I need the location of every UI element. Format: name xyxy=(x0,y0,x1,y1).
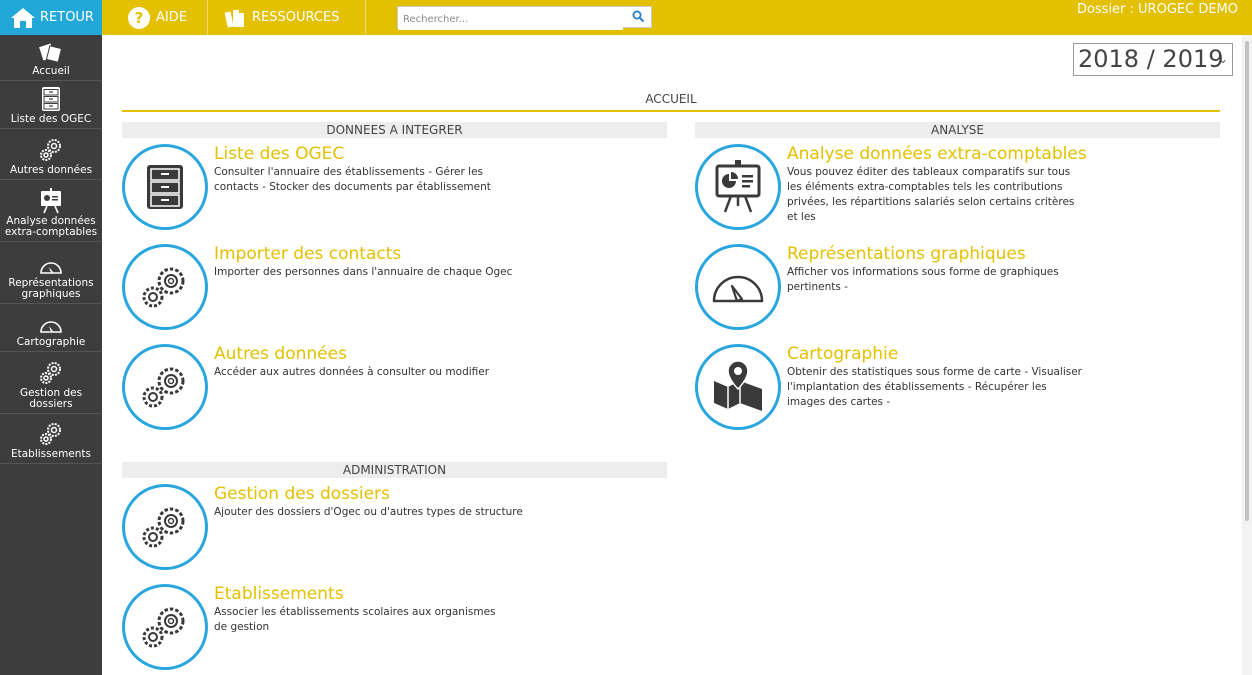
gauge-icon xyxy=(40,321,62,333)
year-select[interactable]: 2018 / 2019 ⌄ xyxy=(1073,43,1233,76)
books-icon xyxy=(224,9,244,27)
sidebar-item-cartographie[interactable]: Cartographie xyxy=(0,304,102,352)
sidebar-item-autres-donnees[interactable]: Autres données xyxy=(0,129,102,180)
card-icon-ring xyxy=(122,244,208,330)
sidebar-item-etablissements[interactable]: Etablissements xyxy=(0,414,102,464)
home-icon xyxy=(11,7,35,28)
card-liste-ogec[interactable]: Liste des OGEC Consulter l'annuaire des … xyxy=(122,144,602,234)
card-description: Ajouter des dossiers d'Ogec ou d'autres … xyxy=(214,506,523,518)
gauge-icon xyxy=(40,262,62,274)
gauge-icon xyxy=(712,275,764,303)
sidebar-item-gestion-dossiers[interactable]: Gestion des dossiers xyxy=(0,352,102,414)
chevron-down-icon: ⌄ xyxy=(1217,52,1228,66)
sidebar: Accueil Liste des OGEC Autres données An… xyxy=(0,35,102,675)
section-header-analyse: ANALYSE xyxy=(695,122,1220,138)
card-representations-graphiques[interactable]: Représentations graphiques Afficher vos … xyxy=(695,244,1175,334)
gears-icon xyxy=(40,423,61,445)
card-icon-ring xyxy=(122,584,208,670)
card-cartographie[interactable]: Cartographie Obtenir des statistiques so… xyxy=(695,344,1175,434)
section-header-donnees: DONNEES A INTEGRER xyxy=(122,122,667,138)
sidebar-item-label: Autres données xyxy=(9,164,93,176)
card-icon-ring xyxy=(122,144,208,230)
sidebar-item-label: Cartographie xyxy=(16,336,86,348)
sidebar-item-label: Gestion des dossiers xyxy=(19,387,83,410)
section-header-administration: ADMINISTRATION xyxy=(122,462,667,478)
search-box xyxy=(397,6,652,30)
sidebar-item-label: Analyse données extra-comptables xyxy=(4,215,98,238)
sidebar-item-liste-ogec[interactable]: Liste des OGEC xyxy=(0,81,102,129)
card-title[interactable]: Gestion des dossiers xyxy=(214,484,390,504)
card-description: Vous pouvez éditer des tableaux comparat… xyxy=(787,166,1075,223)
sidebar-item-analyse[interactable]: Analyse données extra-comptables xyxy=(0,180,102,242)
card-etablissements[interactable]: Etablissements Associer les établissemen… xyxy=(122,584,602,674)
cabinet-icon xyxy=(42,87,60,111)
presentation-icon xyxy=(715,160,761,213)
vertical-scrollbar[interactable] xyxy=(1242,35,1252,675)
page-title: ACCUEIL xyxy=(645,92,697,106)
card-title[interactable]: Cartographie xyxy=(787,344,898,364)
presentation-icon xyxy=(41,188,61,214)
card-description: Accéder aux autres données à consulter o… xyxy=(214,366,490,378)
card-description: Obtenir des statistiques sous forme de c… xyxy=(787,366,1082,408)
card-icon-ring xyxy=(122,344,208,430)
card-description: Consulter l'annuaire des établissements … xyxy=(214,166,491,193)
sidebar-item-accueil[interactable]: Accueil xyxy=(0,35,102,81)
gears-icon xyxy=(142,367,185,408)
card-icon-ring xyxy=(695,144,781,230)
top-bar: RETOUR ? AIDE RESSOURCES Dossier : UROGE… xyxy=(0,0,1252,35)
sidebar-item-label: Liste des OGEC xyxy=(10,113,92,125)
gears-icon xyxy=(142,267,185,308)
retour-label: RETOUR xyxy=(40,10,94,25)
aide-label: AIDE xyxy=(156,10,187,25)
card-icon-ring xyxy=(122,484,208,570)
card-description: Importer des personnes dans l'annuaire d… xyxy=(214,266,513,278)
card-analyse-extra-comptables[interactable]: Analyse données extra-comptables Vous po… xyxy=(695,144,1175,234)
gears-icon xyxy=(40,139,61,161)
gears-icon xyxy=(142,607,185,648)
card-title[interactable]: Liste des OGEC xyxy=(214,144,344,164)
card-importer-contacts[interactable]: Importer des contacts Importer des perso… xyxy=(122,244,602,334)
title-divider xyxy=(122,110,1220,112)
scrollbar-thumb[interactable] xyxy=(1245,41,1249,521)
gears-icon xyxy=(40,362,61,384)
card-title[interactable]: Représentations graphiques xyxy=(787,244,1026,264)
card-title[interactable]: Etablissements xyxy=(214,584,344,604)
card-description: Afficher vos informations sous forme de … xyxy=(787,266,1059,293)
gears-icon xyxy=(142,507,185,548)
top-separator xyxy=(365,0,366,35)
cards-icon xyxy=(39,43,63,63)
map-pin-icon xyxy=(714,360,762,411)
search-input[interactable] xyxy=(398,9,623,30)
card-title[interactable]: Autres données xyxy=(214,344,347,364)
search-icon[interactable] xyxy=(632,10,645,23)
cabinet-icon xyxy=(147,165,183,209)
sidebar-item-label: Représentations graphiques xyxy=(8,277,94,300)
ressources-label: RESSOURCES xyxy=(252,10,340,25)
sidebar-item-label: Etablissements xyxy=(10,448,92,460)
top-separator xyxy=(207,0,208,35)
help-icon: ? xyxy=(128,6,150,29)
card-icon-ring xyxy=(695,344,781,430)
aide-button[interactable]: ? AIDE xyxy=(128,0,187,35)
retour-button[interactable]: RETOUR xyxy=(0,0,102,35)
card-title[interactable]: Analyse données extra-comptables xyxy=(787,144,1087,164)
card-gestion-dossiers[interactable]: Gestion des dossiers Ajouter des dossier… xyxy=(122,484,602,574)
ressources-button[interactable]: RESSOURCES xyxy=(224,0,339,35)
card-description: Associer les établissements scolaires au… xyxy=(214,606,496,633)
card-title[interactable]: Importer des contacts xyxy=(214,244,401,264)
year-select-value: 2018 / 2019 xyxy=(1078,45,1224,73)
dossier-label: Dossier : UROGEC DEMO xyxy=(1076,2,1238,17)
card-autres-donnees[interactable]: Autres données Accéder aux autres donnée… xyxy=(122,344,602,434)
card-icon-ring xyxy=(695,244,781,330)
sidebar-item-representations[interactable]: Représentations graphiques xyxy=(0,242,102,304)
sidebar-item-label: Accueil xyxy=(32,65,70,77)
